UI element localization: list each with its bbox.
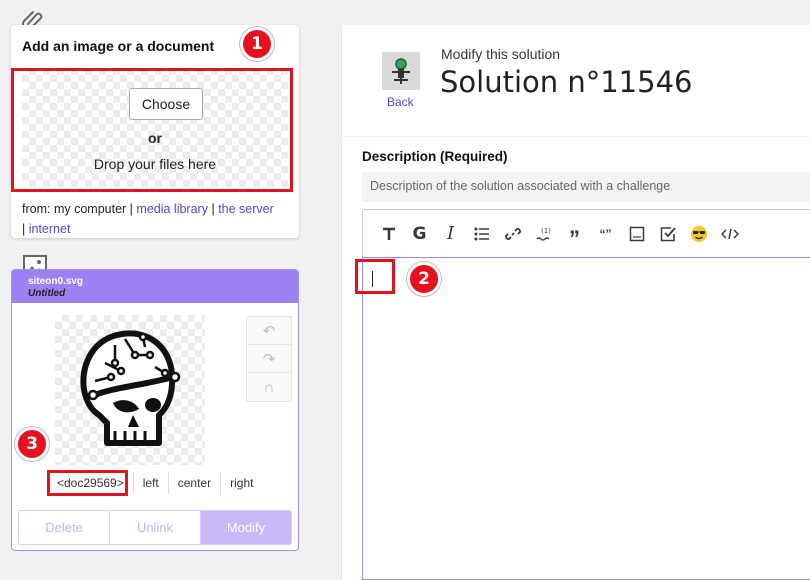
annotation-badge-1: 1 xyxy=(240,27,274,61)
back-link[interactable]: Back xyxy=(387,95,414,109)
align-center-option[interactable]: center xyxy=(167,472,220,494)
annotation-badge-2: 2 xyxy=(407,262,441,296)
bullet-list-icon[interactable] xyxy=(466,221,497,247)
italic-icon[interactable]: I xyxy=(435,221,466,247)
quote-icon[interactable]: ” xyxy=(559,221,590,249)
code-icon[interactable] xyxy=(714,221,745,247)
highlight-editor-caret xyxy=(355,259,395,294)
footnote-icon[interactable]: (1) xyxy=(528,221,559,247)
file-name: siteon0.svg xyxy=(28,276,84,287)
emoji-icon[interactable] xyxy=(683,221,714,247)
svg-text:(1): (1) xyxy=(541,227,551,235)
solution-header: Back Modify this solution Solution n°115… xyxy=(341,25,810,136)
inline-quote-icon[interactable]: “” xyxy=(590,221,621,247)
figure-icon[interactable] xyxy=(621,221,652,247)
description-label: Description (Required) xyxy=(362,149,508,164)
description-hint: Description of the solution associated w… xyxy=(362,172,810,202)
delete-button[interactable]: Delete xyxy=(19,511,109,544)
image-preview xyxy=(55,315,205,465)
file-title: Untitled xyxy=(28,288,66,299)
undo-icon[interactable]: ↶ xyxy=(247,317,291,345)
image-header: siteon0.svg Untitled xyxy=(12,270,298,303)
internet-link[interactable]: internet xyxy=(29,222,71,236)
modify-label: Modify this solution xyxy=(441,46,561,62)
avatar xyxy=(382,52,420,90)
highlight-dropzone xyxy=(11,68,293,192)
upload-sources: from: my computer | media library | the … xyxy=(22,202,274,236)
editor-panel: Description (Required) Description of th… xyxy=(341,137,810,580)
image-card: siteon0.svg Untitled ↶ ↷ ∩ <doc29569> le… xyxy=(11,269,299,551)
unlink-button[interactable]: Unlink xyxy=(109,511,200,544)
media-library-link[interactable]: media library xyxy=(136,202,208,216)
image-actions: Delete Unlink Modify xyxy=(18,510,292,545)
link-icon[interactable] xyxy=(497,221,528,247)
redo-icon[interactable]: ↷ xyxy=(247,345,291,373)
upload-title: Add an image or a document xyxy=(22,38,215,54)
reset-icon[interactable]: ∩ xyxy=(247,373,291,401)
highlight-doc-reference xyxy=(47,470,128,496)
glossary-icon[interactable]: G xyxy=(404,221,435,247)
align-left-option[interactable]: left xyxy=(132,472,168,494)
image-tools: ↶ ↷ ∩ xyxy=(246,316,292,402)
title-icon[interactable] xyxy=(373,221,404,247)
checkbox-icon[interactable] xyxy=(652,221,683,247)
align-right-option[interactable]: right xyxy=(220,472,262,494)
editor-toolbar: G I (1) ” “” xyxy=(362,209,810,257)
description-editor[interactable] xyxy=(362,257,810,580)
page-title: Solution n°11546 xyxy=(440,65,693,99)
server-link[interactable]: the server xyxy=(218,202,274,216)
skull-logo-icon xyxy=(80,330,181,446)
annotation-badge-3: 3 xyxy=(15,427,49,461)
from-label: from: my computer xyxy=(22,202,127,216)
modify-button[interactable]: Modify xyxy=(200,511,291,544)
